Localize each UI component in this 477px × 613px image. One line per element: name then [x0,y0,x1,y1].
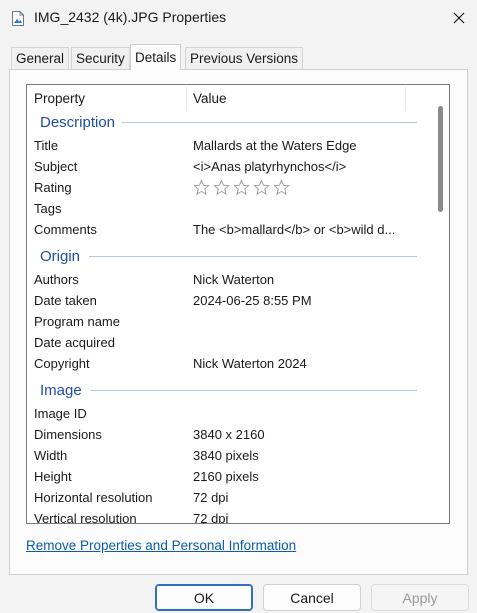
property-name: Tags [34,201,62,216]
column-header-value[interactable]: Value [193,91,227,106]
group-header-description: Description [40,114,116,131]
property-value[interactable]: 72 dpi [193,490,228,505]
property-name: Copyright [34,356,90,371]
property-value[interactable]: The <b>mallard</b> or <b>wild d... [193,222,395,237]
star-icon[interactable] [213,179,230,196]
group-divider [122,122,417,123]
property-value[interactable]: 3840 x 2160 [193,427,265,442]
property-name: Comments [34,222,97,237]
property-name: Height [34,469,72,484]
group-header-origin: Origin [40,248,81,265]
property-value[interactable]: 2160 pixels [193,469,259,484]
tab-previous-versions[interactable]: Previous Versions [185,47,304,69]
property-list[interactable]: Property Value Description Title Mallard… [26,84,450,524]
group-divider [89,256,417,257]
tab-security[interactable]: Security [71,47,130,69]
column-divider[interactable] [405,87,406,111]
tab-details[interactable]: Details [130,44,182,70]
star-icon[interactable] [193,179,210,196]
apply-button[interactable]: Apply [371,584,469,611]
column-header-property[interactable]: Property [34,91,85,106]
property-name: Title [34,138,59,153]
title-bar: IMG_2432 (4k).JPG Properties [0,0,477,36]
close-icon [453,12,464,24]
vertical-scrollbar[interactable] [432,85,449,523]
property-name: Rating [34,180,72,195]
property-value[interactable]: 72 dpi [193,511,228,523]
property-name: Width [34,448,68,463]
remove-properties-link[interactable]: Remove Properties and Personal Informati… [26,538,296,553]
property-value[interactable]: 2024-06-25 8:55 PM [193,293,312,308]
property-name: Authors [34,272,79,287]
star-icon[interactable] [233,179,250,196]
close-button[interactable] [440,0,477,36]
star-icon[interactable] [273,179,290,196]
property-name: Image ID [34,406,87,421]
star-icon[interactable] [253,179,270,196]
property-name: Dimensions [34,427,102,442]
ok-button[interactable]: OK [155,584,253,611]
property-name: Date acquired [34,335,115,350]
tab-general[interactable]: General [11,47,70,69]
property-name: Date taken [34,293,97,308]
image-file-icon [12,11,24,26]
column-divider[interactable] [186,87,187,111]
property-value[interactable]: Nick Waterton 2024 [193,356,307,371]
property-value[interactable]: Mallards at the Waters Edge [193,138,357,153]
group-header-image: Image [40,382,82,399]
window-title: IMG_2432 (4k).JPG Properties [34,9,227,25]
property-value[interactable]: <i>Anas platyrhynchos</i> [193,159,346,174]
property-name: Vertical resolution [34,511,137,524]
rating-stars[interactable] [193,179,290,199]
scrollbar-thumb[interactable] [438,106,443,212]
property-name: Program name [34,314,120,329]
property-name: Horizontal resolution [34,490,153,505]
group-divider [91,390,417,391]
list-header: Property Value [27,85,432,113]
property-name: Subject [34,159,78,174]
property-value[interactable]: 3840 pixels [193,448,259,463]
cancel-button[interactable]: Cancel [263,584,361,611]
property-value[interactable]: Nick Waterton [193,272,274,287]
